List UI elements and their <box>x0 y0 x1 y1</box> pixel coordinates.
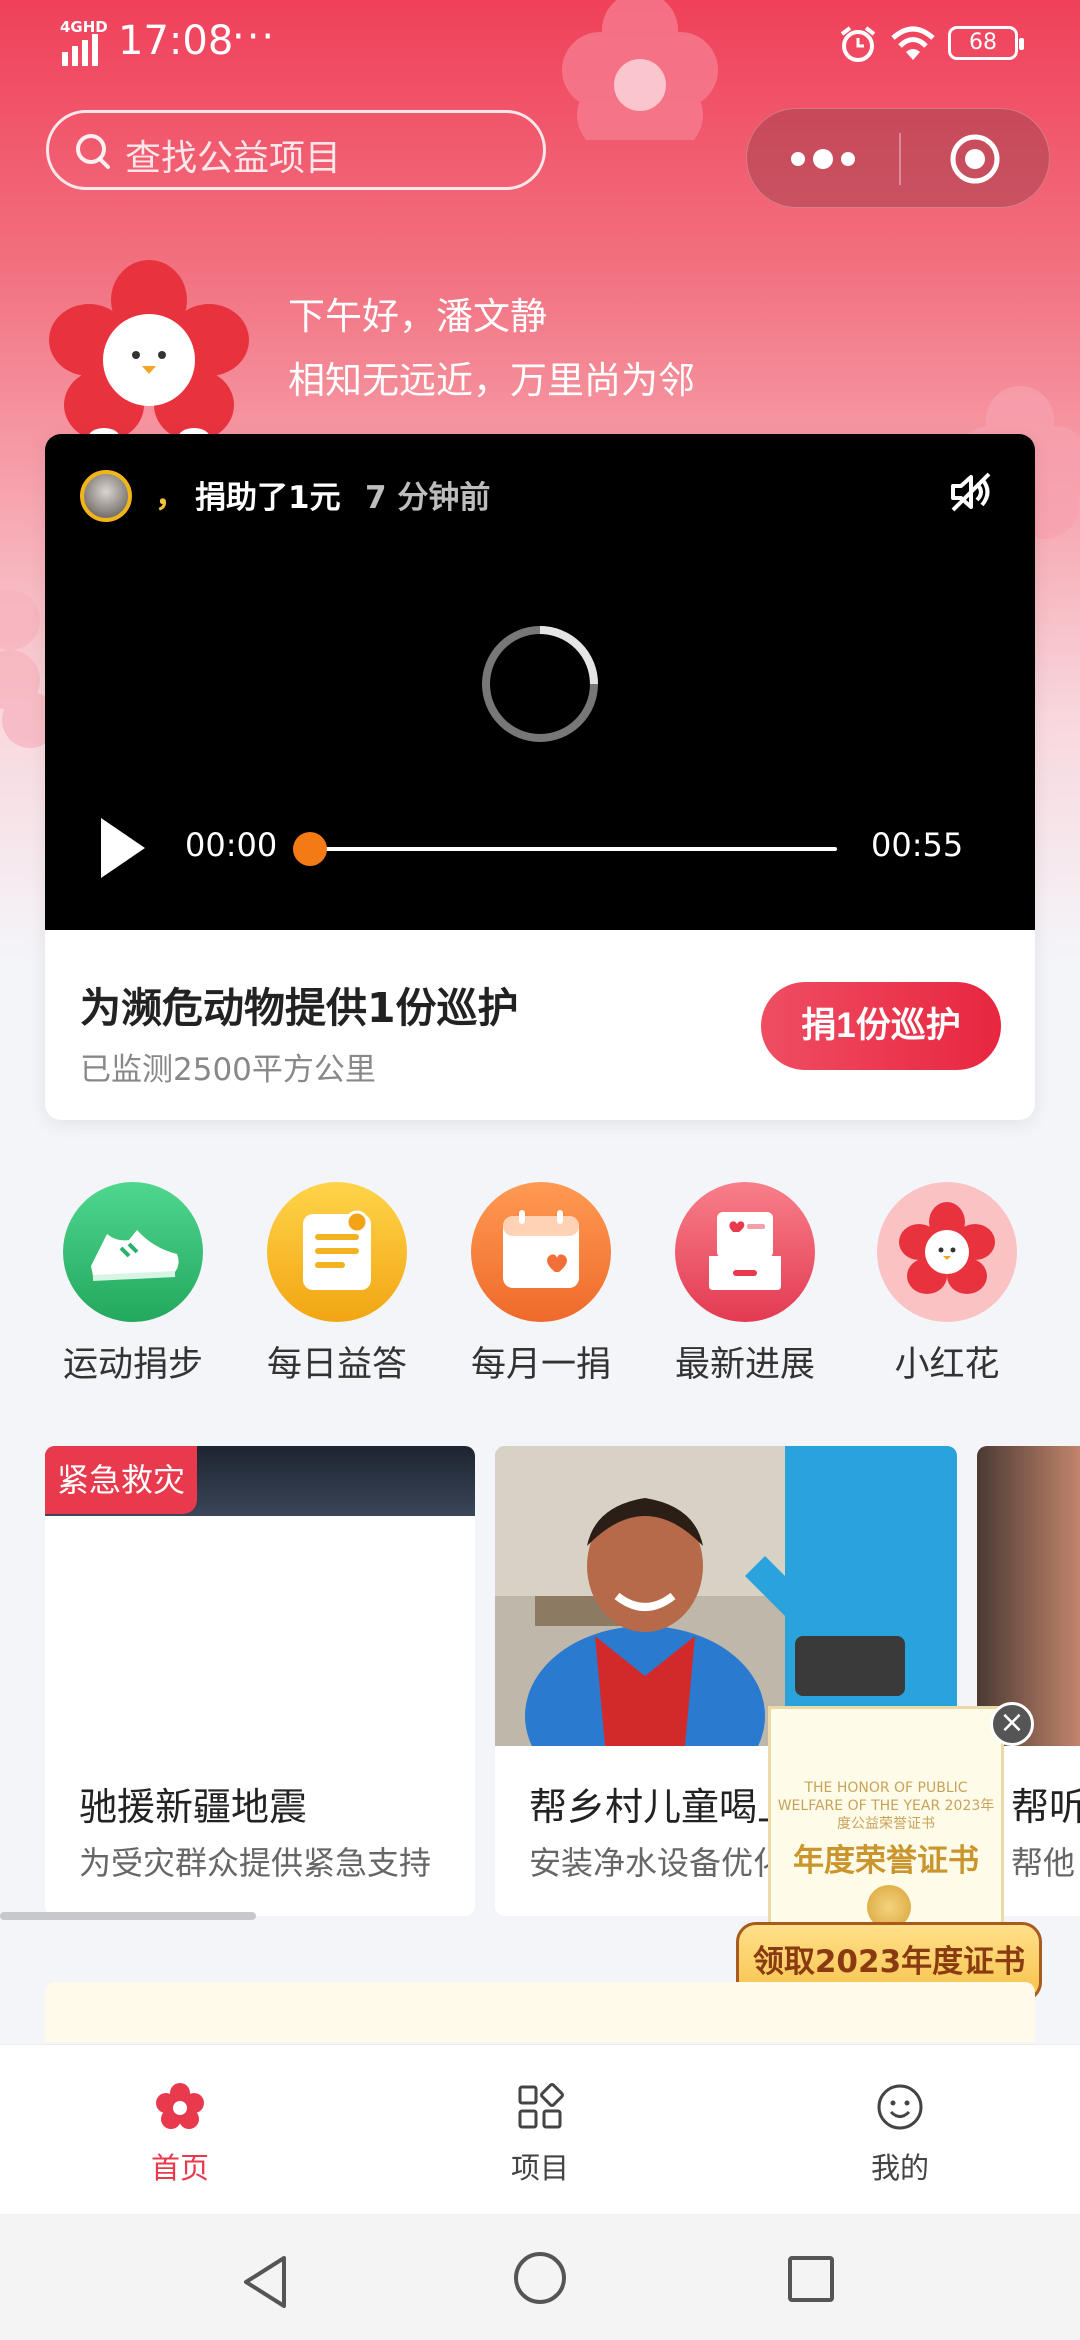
entry-label: 最新进展 <box>674 1345 815 1385</box>
current-time: 00:00 <box>185 826 278 864</box>
project-card-subtitle: 安装净水设备优化 <box>529 1844 786 1882</box>
greeting-subtitle: 相知无远近，万里尚为邻 <box>288 359 695 402</box>
project-card-title: 帮乡村儿童喝上 <box>529 1785 796 1829</box>
tab-label: 首页 <box>150 2151 209 2185</box>
smiley-icon <box>877 2084 923 2130</box>
certificate-subtitle: THE HONOR OF PUBLIC WELFARE OF THE YEAR … <box>777 1780 995 1832</box>
calendar-heart-icon <box>503 1210 579 1288</box>
close-miniprogram-button[interactable] <box>947 131 1003 187</box>
entry-step-donation[interactable]: 运动捐步 <box>48 1182 218 1387</box>
horizontal-scroll-indicator <box>0 1912 256 1920</box>
tab-label: 项目 <box>510 2151 569 2185</box>
status-bar: 4GHD 17:08 ··· 68 <box>0 0 1080 84</box>
progress-knob[interactable] <box>293 832 327 866</box>
entry-label: 每日益答 <box>266 1345 407 1385</box>
search-input[interactable]: 查找公益项目 <box>46 110 546 190</box>
play-icon[interactable] <box>97 816 147 880</box>
total-time: 00:55 <box>871 826 964 864</box>
tab-label: 我的 <box>870 2151 929 2185</box>
entry-daily-quiz[interactable]: 每日益答 <box>252 1182 422 1387</box>
bottom-tab-bar: 首页 项目 我的 <box>0 2044 1080 2214</box>
entry-monthly-donation[interactable]: 每月一捐 <box>456 1182 626 1387</box>
project-image <box>495 1446 957 1746</box>
entry-label: 小红花 <box>894 1345 1000 1385</box>
sneaker-icon <box>91 1230 179 1281</box>
entry-little-red-flower[interactable]: 小红花 <box>862 1182 1032 1387</box>
urgent-tag: 紧急救灾 <box>45 1446 198 1514</box>
capsule-divider <box>899 133 901 185</box>
home-icon[interactable] <box>512 2250 568 2306</box>
search-placeholder: 查找公益项目 <box>125 138 342 179</box>
donate-button[interactable]: 捐1份巡护 <box>761 982 1001 1070</box>
quiz-card-icon <box>303 1210 371 1290</box>
project-card-title: 驰援新疆地震 <box>79 1785 308 1829</box>
close-icon[interactable]: × <box>990 1702 1034 1746</box>
red-flower-mascot-icon <box>49 260 249 448</box>
donation-text: 捐助了1元 <box>195 480 341 516</box>
loading-spinner-icon <box>482 626 598 742</box>
recent-apps-icon[interactable] <box>786 2254 836 2304</box>
video-player[interactable]: ， 捐助了1元 7 分钟前 00:00 00:55 <box>45 434 1035 930</box>
back-icon[interactable] <box>238 2252 292 2312</box>
project-card[interactable]: 紧急救灾 驰援新疆地震 为受灾群众提供紧急支持 <box>45 1446 475 1916</box>
project-image <box>977 1446 1080 1746</box>
project-card-subtitle: 为受灾群众提供紧急支持 <box>79 1844 432 1882</box>
tab-home[interactable]: 首页 <box>80 2045 280 2215</box>
search-icon <box>76 134 110 169</box>
project-subtitle: 已监测2500平方公里 <box>80 1052 376 1088</box>
donor-avatar <box>80 470 132 522</box>
annual-certificate[interactable]: THE HONOR OF PUBLIC WELFARE OF THE YEAR … <box>768 1706 1004 1942</box>
signal-icon <box>62 34 98 66</box>
certificate-title: 年度荣誉证书 <box>793 1843 979 1879</box>
project-card-subtitle: 帮他 <box>1011 1844 1076 1882</box>
miniprogram-capsule <box>746 108 1050 208</box>
progress-track[interactable] <box>307 847 837 851</box>
mute-icon[interactable] <box>947 468 995 516</box>
project-card-title: 帮听 <box>1011 1785 1080 1829</box>
battery-indicator: 68 <box>948 26 1024 60</box>
red-flower-icon <box>899 1202 995 1294</box>
inbox-heart-icon <box>709 1212 781 1290</box>
more-button[interactable] <box>787 131 867 187</box>
clock: 17:08 <box>118 18 234 64</box>
donor-name: ， <box>155 476 188 514</box>
tab-projects[interactable]: 项目 <box>440 2045 640 2215</box>
project-title: 为濒危动物提供1份巡护 <box>80 984 519 1032</box>
entry-label: 运动捐步 <box>62 1345 203 1385</box>
entry-latest-progress[interactable]: 最新进展 <box>660 1182 830 1387</box>
flower-home-icon <box>156 2083 204 2129</box>
entry-label: 每月一捐 <box>470 1345 611 1385</box>
system-navigation-bar <box>0 2214 1080 2340</box>
alarm-icon <box>840 26 876 62</box>
status-overflow: ··· <box>232 14 277 60</box>
featured-project-card: ， 捐助了1元 7 分钟前 00:00 00:55 为濒危动物提供1份巡护 已监… <box>45 434 1035 1120</box>
donation-time: 7 分钟前 <box>365 480 491 516</box>
grid-icon <box>518 2083 564 2129</box>
wifi-icon <box>891 26 935 60</box>
notice-banner <box>45 1982 1035 2042</box>
greeting-title: 下午好，潘文静 <box>288 295 547 338</box>
tab-me[interactable]: 我的 <box>800 2045 1000 2215</box>
